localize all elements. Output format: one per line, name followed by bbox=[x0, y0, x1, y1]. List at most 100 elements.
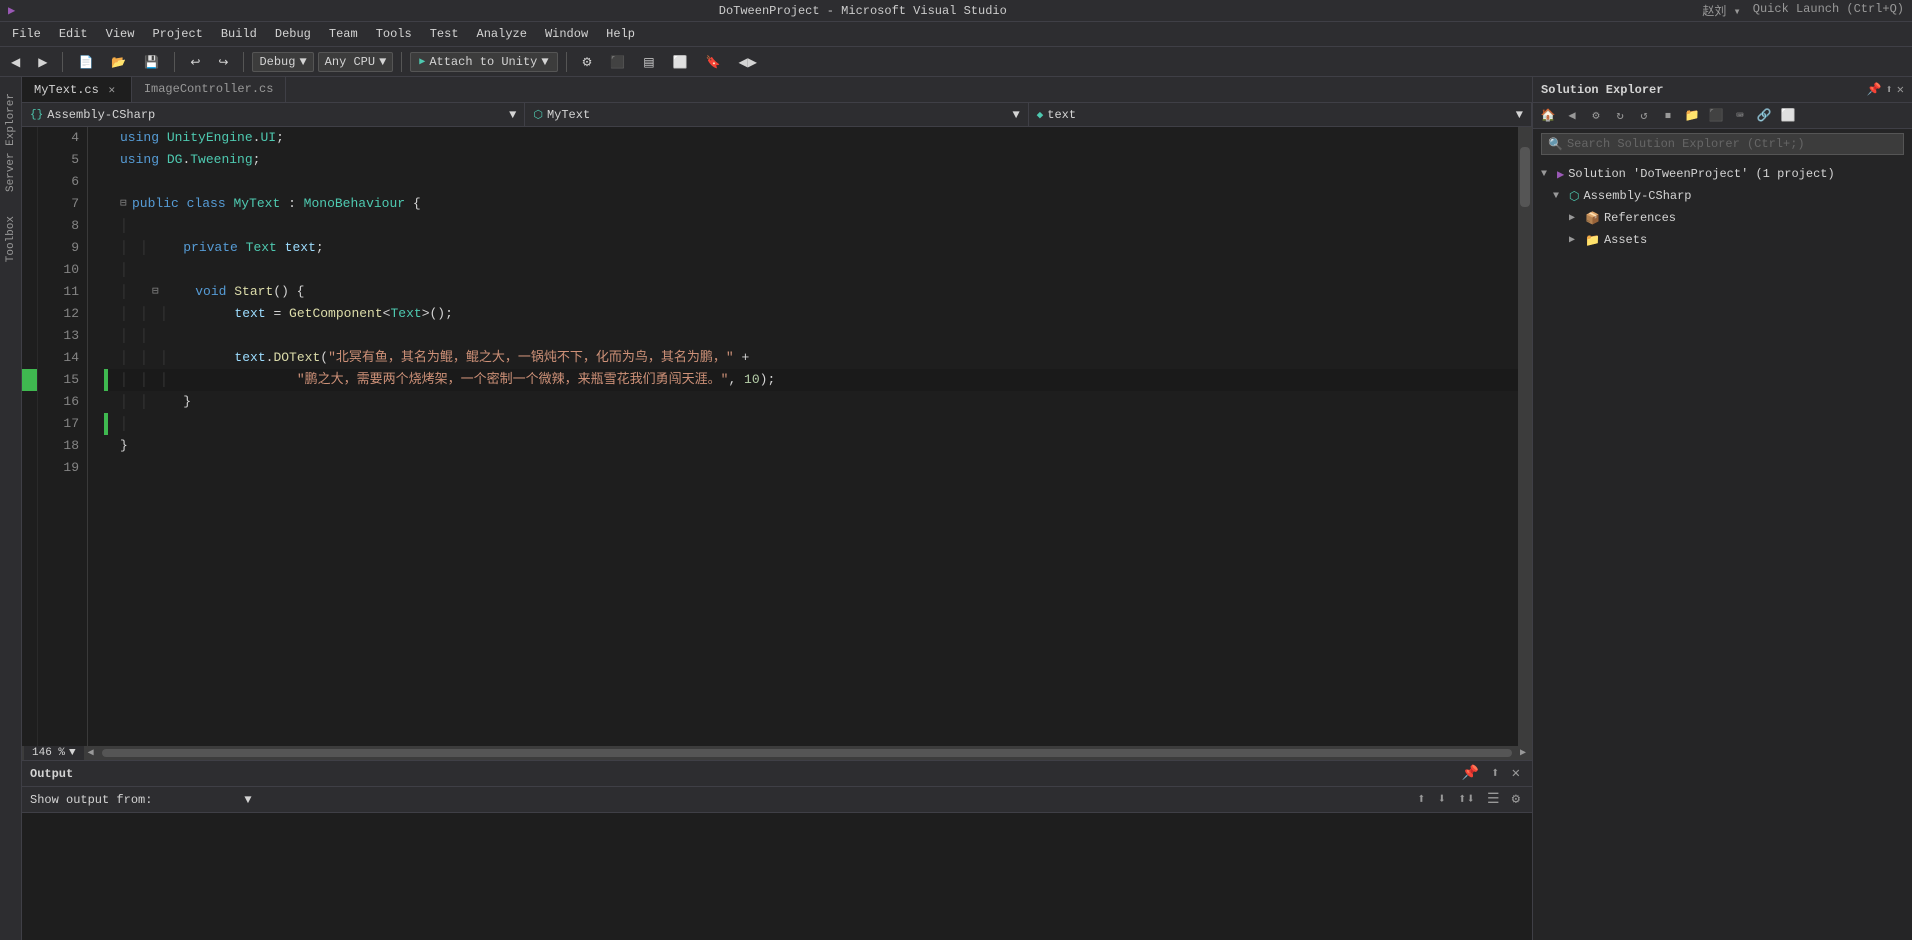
gutter-line bbox=[22, 215, 37, 237]
collapse-7[interactable]: ⊟ bbox=[120, 193, 132, 215]
line-num-11: 11 bbox=[38, 281, 79, 303]
server-explorer-tab[interactable]: Server Explorer bbox=[3, 85, 19, 200]
toolbar-btn-1[interactable]: ⚙ bbox=[575, 52, 600, 72]
expand-solution[interactable]: ▼ bbox=[1541, 169, 1553, 180]
sol-tool-filter[interactable]: ⬛ bbox=[1705, 105, 1727, 127]
code-line-5: using DG.Tweening; bbox=[104, 149, 1518, 171]
output-action-3[interactable]: ⬆⬇ bbox=[1454, 791, 1479, 808]
output-action-5[interactable]: ⚙ bbox=[1508, 791, 1524, 808]
toolbar-btn-2[interactable]: ⬛ bbox=[603, 52, 632, 72]
h-scroll-right[interactable]: ▶ bbox=[1516, 746, 1530, 760]
menu-item-project[interactable]: Project bbox=[144, 25, 210, 43]
sol-tool-link[interactable]: 🔗 bbox=[1753, 105, 1775, 127]
output-header: Output 📌 ⬆ ✕ bbox=[22, 761, 1532, 787]
debug-config-dropdown[interactable]: Debug ▼ bbox=[252, 52, 313, 72]
tab-imagecontroller[interactable]: ImageController.cs bbox=[132, 77, 287, 102]
gutter-line bbox=[22, 259, 37, 281]
menu-item-help[interactable]: Help bbox=[598, 25, 643, 43]
play-icon: ▶ bbox=[419, 56, 425, 68]
line-num-16: 16 bbox=[38, 391, 79, 413]
output-action-4[interactable]: ☰ bbox=[1483, 791, 1504, 808]
output-float-btn[interactable]: ⬆ bbox=[1487, 765, 1503, 782]
right-panel: Solution Explorer 📌 ⬆ ✕ 🏠 ◀ ⚙ ↻ ↺ ⏹ 📁 ⬛ … bbox=[1532, 77, 1912, 940]
toolbar-btn-5[interactable]: 🔖 bbox=[699, 52, 728, 72]
tree-solution-root[interactable]: ▼ ▶ Solution 'DoTweenProject' (1 project… bbox=[1533, 163, 1912, 185]
expand-assets[interactable]: ▶ bbox=[1569, 234, 1581, 246]
h-scroll-track[interactable] bbox=[102, 749, 1512, 757]
h-scroll-left[interactable]: ◀ bbox=[84, 746, 98, 760]
namespace-dropdown[interactable]: {} Assembly-CSharp ▼ bbox=[22, 103, 525, 126]
sol-pin-btn[interactable]: 📌 bbox=[1867, 82, 1882, 97]
output-action-1[interactable]: ⬆ bbox=[1413, 791, 1429, 808]
toolbar-btn-6[interactable]: ◀▶ bbox=[732, 52, 764, 72]
line-numbers: 4 5 6 7 8 9 10 11 12 13 14 15 16 17 18 1… bbox=[38, 127, 88, 746]
solution-explorer-title: Solution Explorer bbox=[1541, 83, 1663, 97]
h-scrollbar[interactable]: 146 % ▼ ◀ ▶ bbox=[22, 746, 1532, 760]
toolbox-tab[interactable]: Toolbox bbox=[3, 208, 19, 270]
line-num-13: 13 bbox=[38, 325, 79, 347]
output-close-btn[interactable]: ✕ bbox=[1508, 765, 1524, 782]
output-source-dropdown[interactable]: ▼ bbox=[160, 793, 251, 807]
class-dropdown[interactable]: ⬡ MyText ▼ bbox=[525, 103, 1028, 126]
new-file-btn[interactable]: 📄 bbox=[71, 52, 100, 72]
output-pin-btn[interactable]: 📌 bbox=[1458, 765, 1483, 782]
code-editor[interactable]: 4 5 6 7 8 9 10 11 12 13 14 15 16 17 18 1… bbox=[22, 127, 1532, 746]
solution-search[interactable]: 🔍 Search Solution Explorer (Ctrl+;) bbox=[1541, 133, 1904, 155]
menu-item-window[interactable]: Window bbox=[537, 25, 596, 43]
sol-float-btn[interactable]: ⬆ bbox=[1886, 82, 1893, 97]
menu-item-build[interactable]: Build bbox=[213, 25, 265, 43]
search-quick-launch[interactable]: Quick Launch (Ctrl+Q) bbox=[1753, 2, 1904, 19]
editor-tabs: MyText.cs ✕ ImageController.cs bbox=[22, 77, 1532, 103]
sol-tool-refresh-1[interactable]: ↻ bbox=[1609, 105, 1631, 127]
expand-assembly[interactable]: ▼ bbox=[1553, 191, 1565, 202]
output-action-2[interactable]: ⬇ bbox=[1434, 791, 1450, 808]
editor-scrollbar[interactable] bbox=[1518, 127, 1532, 746]
tree-assembly-csharp[interactable]: ▼ ⬡ Assembly-CSharp bbox=[1533, 185, 1912, 207]
menu-item-analyze[interactable]: Analyze bbox=[469, 25, 535, 43]
scrollbar-thumb[interactable] bbox=[1520, 147, 1530, 207]
toolbar-btn-3[interactable]: ▤ bbox=[636, 52, 661, 72]
output-panel: Output 📌 ⬆ ✕ Show output from: ▼ ⬆ ⬇ ⬆⬇ … bbox=[22, 760, 1532, 940]
open-btn[interactable]: 📂 bbox=[104, 52, 133, 72]
tree-assets[interactable]: ▶ 📁 Assets bbox=[1533, 229, 1912, 251]
undo-btn[interactable]: ↩ bbox=[183, 52, 207, 72]
platform-dropdown[interactable]: Any CPU ▼ bbox=[318, 52, 394, 72]
sol-tool-home[interactable]: 🏠 bbox=[1537, 105, 1559, 127]
menu-item-edit[interactable]: Edit bbox=[51, 25, 96, 43]
gutter-line bbox=[22, 413, 37, 435]
attach-to-unity-btn[interactable]: ▶ Attach to Unity ▼ bbox=[410, 52, 557, 72]
code-content[interactable]: using UnityEngine.UI; using DG.Tweening;… bbox=[88, 127, 1518, 746]
gutter-line bbox=[22, 127, 37, 149]
collapse-11[interactable]: ⊟ bbox=[152, 281, 164, 303]
class-icon: ⬡ bbox=[533, 108, 543, 122]
member-dropdown[interactable]: ◆ text ▼ bbox=[1029, 103, 1532, 126]
editor-area: MyText.cs ✕ ImageController.cs {} Assemb… bbox=[22, 77, 1532, 940]
toolbar-btn-4[interactable]: ⬜ bbox=[666, 52, 695, 72]
gutter-line bbox=[22, 281, 37, 303]
output-title: Output bbox=[30, 767, 73, 781]
sol-tool-expand[interactable]: ⬜ bbox=[1777, 105, 1799, 127]
forward-btn[interactable]: ▶ bbox=[31, 52, 54, 72]
tab-mytext[interactable]: MyText.cs ✕ bbox=[22, 77, 132, 102]
tab-mytext-close[interactable]: ✕ bbox=[105, 83, 119, 97]
menu-item-debug[interactable]: Debug bbox=[267, 25, 319, 43]
menu-item-team[interactable]: Team bbox=[321, 25, 366, 43]
menu-item-view[interactable]: View bbox=[98, 25, 143, 43]
save-btn[interactable]: 💾 bbox=[137, 52, 166, 72]
redo-btn[interactable]: ↪ bbox=[211, 52, 235, 72]
main-layout: Server Explorer Toolbox MyText.cs ✕ Imag… bbox=[0, 77, 1912, 940]
menu-item-file[interactable]: File bbox=[4, 25, 49, 43]
menu-item-tools[interactable]: Tools bbox=[368, 25, 420, 43]
sol-tool-refresh-2[interactable]: ↺ bbox=[1633, 105, 1655, 127]
sol-close-btn[interactable]: ✕ bbox=[1897, 82, 1904, 97]
sol-tool-settings[interactable]: ⚙ bbox=[1585, 105, 1607, 127]
sep4 bbox=[401, 52, 402, 72]
menu-item-test[interactable]: Test bbox=[422, 25, 467, 43]
sol-tool-files[interactable]: 📁 bbox=[1681, 105, 1703, 127]
expand-references[interactable]: ▶ bbox=[1569, 212, 1581, 224]
sol-tool-stop[interactable]: ⏹ bbox=[1657, 105, 1679, 127]
tree-references[interactable]: ▶ 📦 References bbox=[1533, 207, 1912, 229]
sol-tool-code[interactable]: ⌨ bbox=[1729, 105, 1751, 127]
back-btn[interactable]: ◀ bbox=[4, 52, 27, 72]
sol-tool-back[interactable]: ◀ bbox=[1561, 105, 1583, 127]
